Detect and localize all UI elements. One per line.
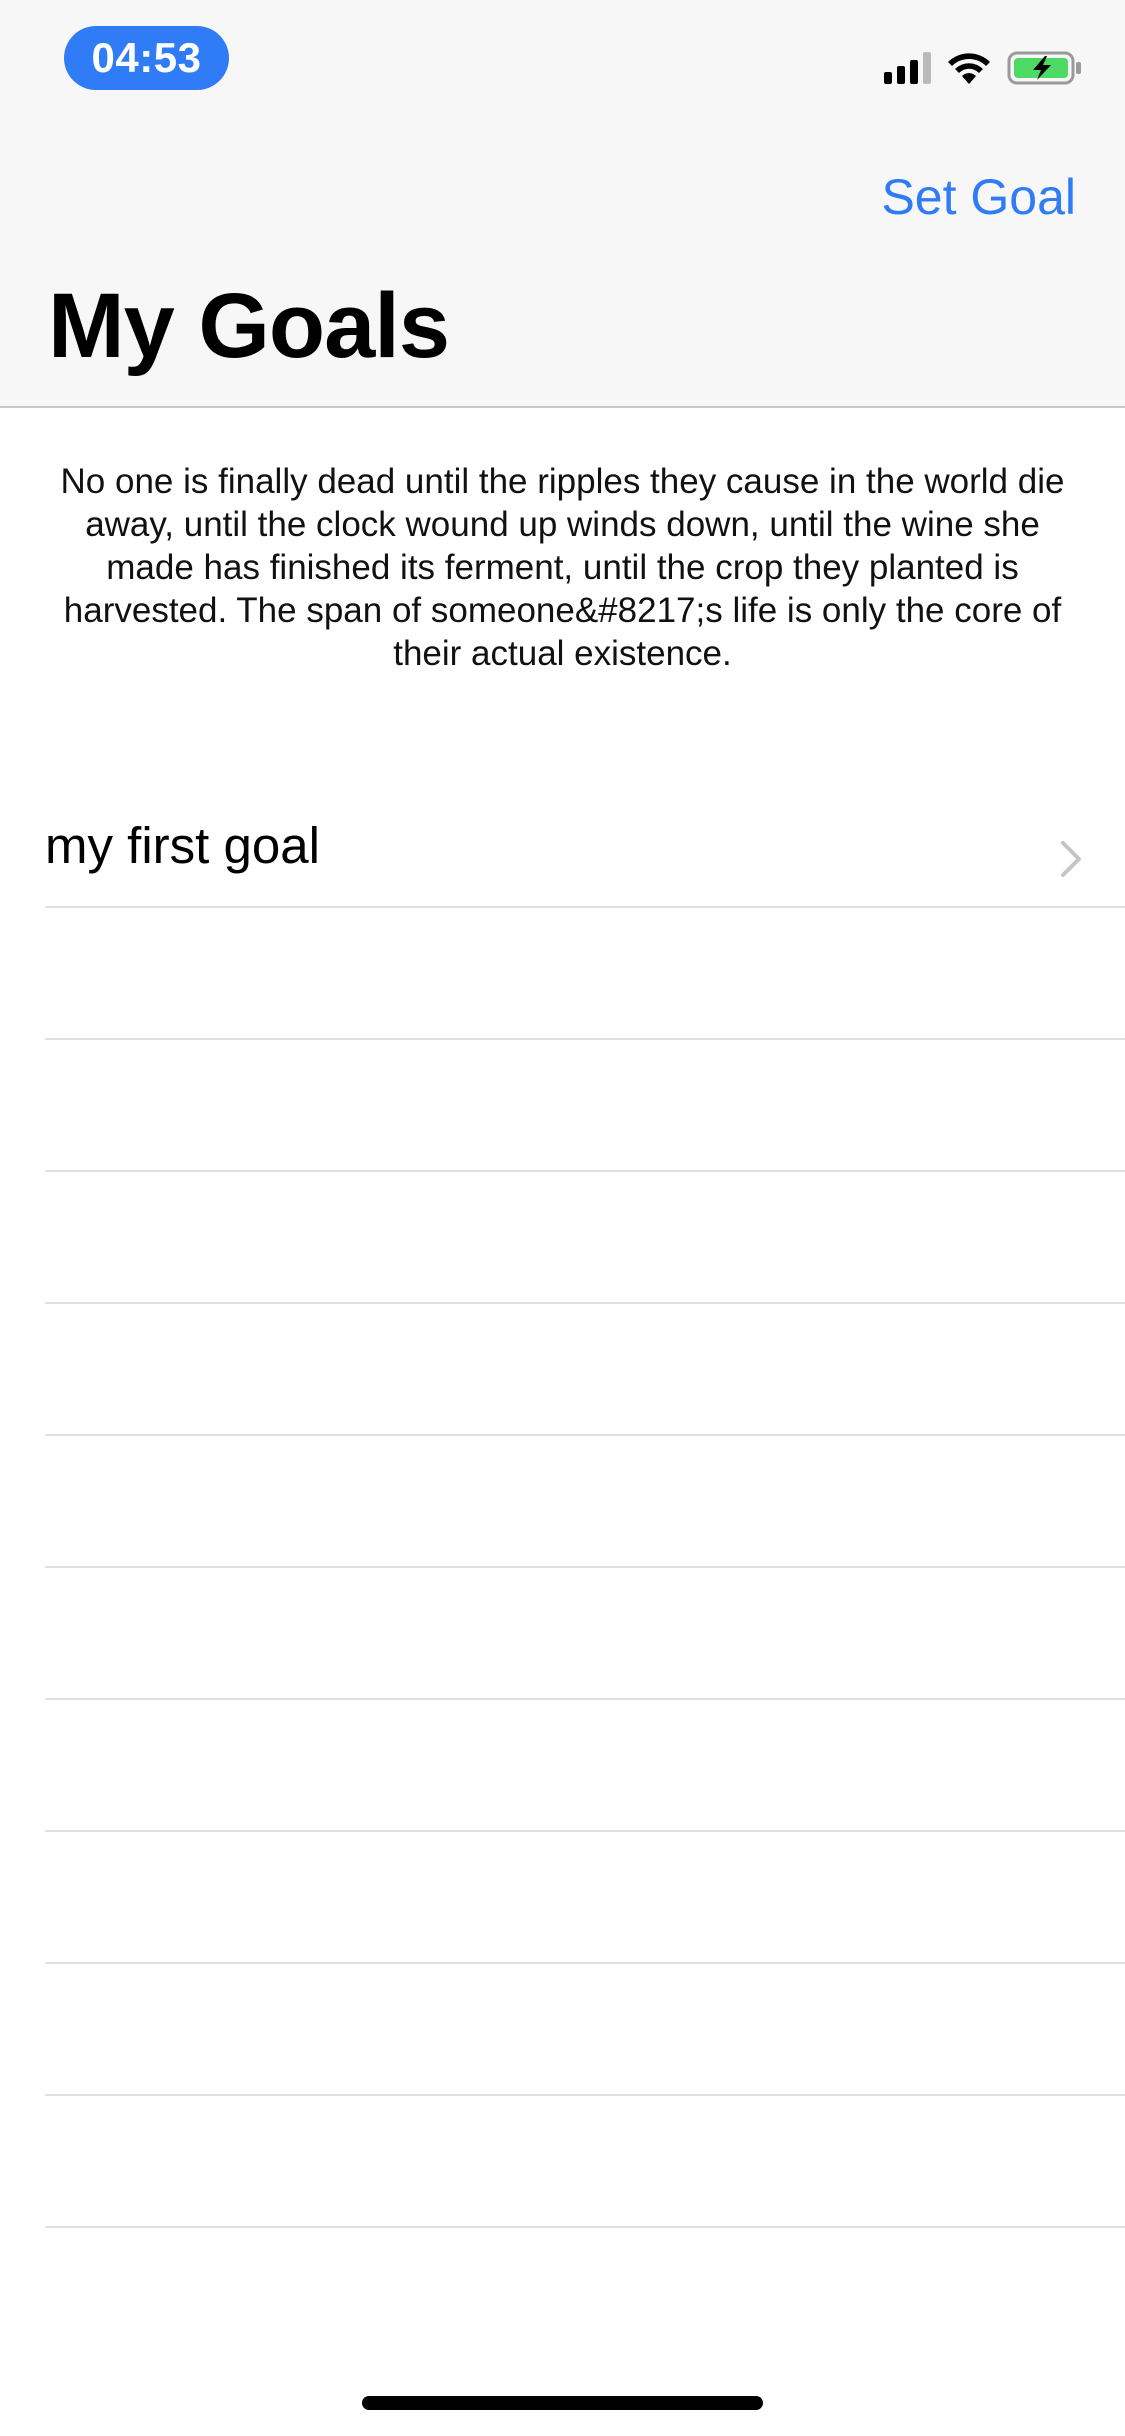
empty-row: [45, 908, 1125, 1040]
page-title: My Goals: [48, 275, 450, 377]
set-goal-button[interactable]: Set Goal: [881, 168, 1076, 226]
empty-row: [45, 1304, 1125, 1436]
goal-list: my first goal: [45, 776, 1125, 2228]
empty-row: [45, 1436, 1125, 1568]
empty-row: [45, 1700, 1125, 1832]
status-time[interactable]: 04:53: [64, 26, 229, 90]
empty-row: [45, 2096, 1125, 2228]
wifi-icon: [948, 53, 990, 84]
home-indicator[interactable]: [362, 2396, 763, 2410]
battery-charging-icon: [1007, 51, 1081, 85]
goal-title: my first goal: [45, 817, 320, 874]
quote-text: No one is finally dead until the ripples…: [60, 462, 1065, 673]
chevron-right-icon: [1061, 841, 1081, 877]
goal-row[interactable]: my first goal: [45, 776, 1125, 908]
cellular-signal-icon: [884, 52, 931, 84]
status-icons: [884, 48, 1083, 88]
empty-row: [45, 1832, 1125, 1964]
empty-row: [45, 1172, 1125, 1304]
empty-row: [45, 1568, 1125, 1700]
empty-row: [45, 1964, 1125, 2096]
empty-row: [45, 1040, 1125, 1172]
navigation-bar: 04:53 Set Goal My Goals: [0, 0, 1125, 408]
